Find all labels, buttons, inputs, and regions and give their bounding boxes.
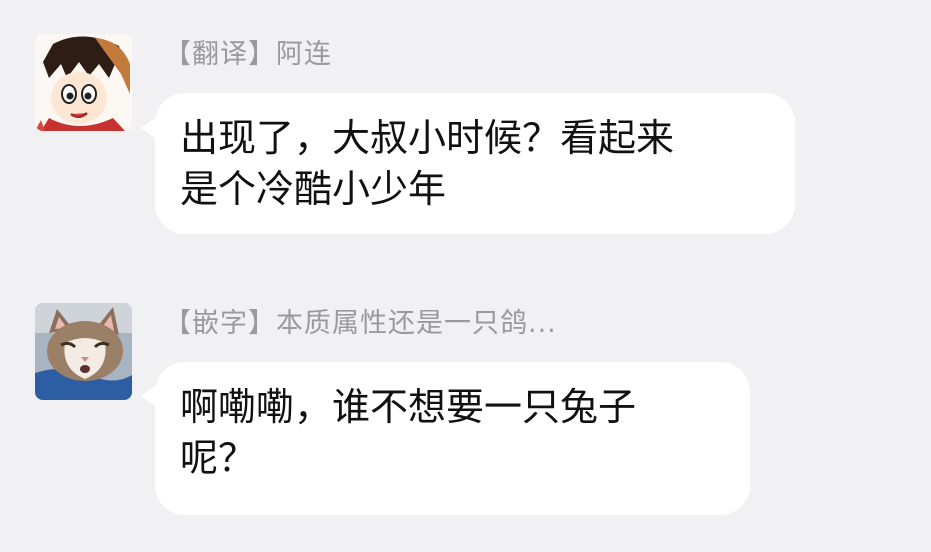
cat-avatar-image [35, 303, 132, 400]
message-text-line: 啊嘞嘞，谁不想要一只兔子 [180, 385, 637, 429]
message-text-line: 呢？ [180, 436, 257, 480]
message-bubble[interactable]: 啊嘞嘞，谁不想要一只兔子 呢？ [155, 362, 750, 515]
sender-name: 【嵌字】本质属性还是一只鸽... [164, 308, 557, 339]
cat-avatar-icon[interactable] [35, 303, 132, 400]
chat-message: 【嵌字】本质属性还是一只鸽... 啊嘞嘞，谁不想要一只兔子 呢？ [0, 0, 931, 552]
